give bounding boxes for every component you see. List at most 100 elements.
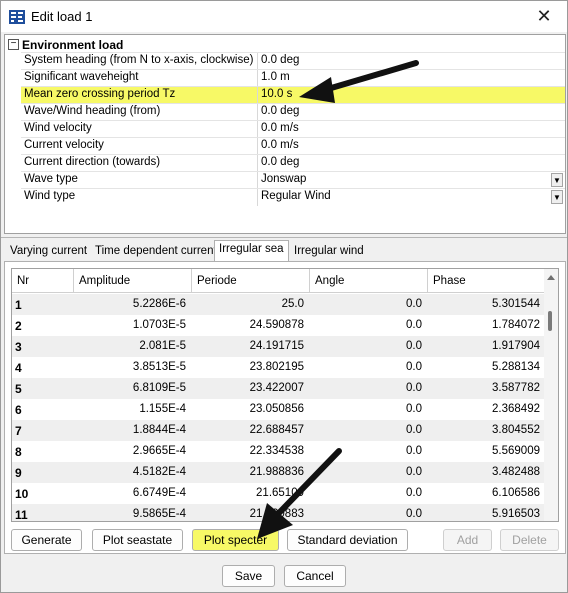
delete-button[interactable]: Delete bbox=[500, 529, 559, 551]
tab-time-dependent-current[interactable]: Time dependent current bbox=[90, 242, 222, 261]
column-header-amplitude[interactable]: Amplitude bbox=[74, 269, 192, 293]
standard-deviation-button[interactable]: Standard deviation bbox=[287, 529, 408, 551]
cell-nr[interactable]: 3 bbox=[15, 336, 65, 357]
cell-periode[interactable]: 23.422007 bbox=[192, 378, 304, 399]
cell-angle[interactable]: 0.0 bbox=[310, 315, 422, 336]
cell-phase[interactable]: 1.917904 bbox=[428, 336, 540, 357]
cell-periode[interactable]: 21.320883 bbox=[192, 504, 304, 521]
cell-angle[interactable]: 0.0 bbox=[310, 441, 422, 462]
dropdown-arrow-icon[interactable]: ▼ bbox=[551, 190, 563, 204]
cell-nr[interactable]: 2 bbox=[15, 315, 65, 336]
cell-angle[interactable]: 0.0 bbox=[310, 399, 422, 420]
cell-phase[interactable]: 3.804552 bbox=[428, 420, 540, 441]
cell-nr[interactable]: 11 bbox=[15, 504, 65, 521]
property-row-wave-type[interactable]: Wave type Jonswap ▼ bbox=[21, 171, 565, 189]
property-row-system-heading[interactable]: System heading (from N to x-axis, clockw… bbox=[21, 52, 565, 70]
cell-nr[interactable]: 1 bbox=[15, 294, 65, 315]
cell-periode[interactable]: 21.988836 bbox=[192, 462, 304, 483]
table-row[interactable]: 3 2.081E-5 24.191715 0.0 1.917904 bbox=[12, 336, 546, 357]
property-value[interactable]: Regular Wind bbox=[261, 190, 331, 202]
cell-periode[interactable]: 22.688457 bbox=[192, 420, 304, 441]
cell-phase[interactable]: 3.587782 bbox=[428, 378, 540, 399]
plot-specter-button[interactable]: Plot specter bbox=[192, 529, 279, 551]
dropdown-arrow-icon[interactable]: ▼ bbox=[551, 173, 563, 187]
cell-phase[interactable]: 5.288134 bbox=[428, 357, 540, 378]
property-row-wind-type[interactable]: Wind type Regular Wind ▼ bbox=[21, 188, 565, 206]
cell-angle[interactable]: 0.0 bbox=[310, 294, 422, 315]
cell-amplitude[interactable]: 6.6749E-4 bbox=[74, 483, 186, 504]
cell-amplitude[interactable]: 1.8844E-4 bbox=[74, 420, 186, 441]
tab-varying-current[interactable]: Varying current bbox=[5, 242, 92, 261]
tab-irregular-sea[interactable]: Irregular sea bbox=[214, 240, 289, 262]
column-header-phase[interactable]: Phase bbox=[428, 269, 546, 293]
cell-amplitude[interactable]: 1.155E-4 bbox=[74, 399, 186, 420]
cell-phase[interactable]: 5.301544 bbox=[428, 294, 540, 315]
property-value[interactable]: 0.0 deg bbox=[261, 156, 299, 168]
column-header-angle[interactable]: Angle bbox=[310, 269, 428, 293]
table-row[interactable]: 4 3.8513E-5 23.802195 0.0 5.288134 bbox=[12, 357, 546, 378]
cell-nr[interactable]: 10 bbox=[15, 483, 65, 504]
property-value[interactable]: 0.0 m/s bbox=[261, 122, 299, 134]
table-row[interactable]: 5 6.8109E-5 23.422007 0.0 3.587782 bbox=[12, 378, 546, 399]
cell-angle[interactable]: 0.0 bbox=[310, 483, 422, 504]
cell-nr[interactable]: 4 bbox=[15, 357, 65, 378]
cell-periode[interactable]: 23.802195 bbox=[192, 357, 304, 378]
cell-periode[interactable]: 25.0 bbox=[192, 294, 304, 315]
property-value[interactable]: Jonswap bbox=[261, 173, 306, 185]
cell-amplitude[interactable]: 4.5182E-4 bbox=[74, 462, 186, 483]
cell-angle[interactable]: 0.0 bbox=[310, 378, 422, 399]
cell-amplitude[interactable]: 3.8513E-5 bbox=[74, 357, 186, 378]
cell-nr[interactable]: 7 bbox=[15, 420, 65, 441]
property-row-current-velocity[interactable]: Current velocity 0.0 m/s bbox=[21, 137, 565, 155]
property-row-current-direction[interactable]: Current direction (towards) 0.0 deg bbox=[21, 154, 565, 172]
table-row[interactable]: 6 1.155E-4 23.050856 0.0 2.368492 bbox=[12, 399, 546, 420]
property-value[interactable]: 0.0 deg bbox=[261, 54, 299, 66]
cell-phase[interactable]: 6.106586 bbox=[428, 483, 540, 504]
cell-phase[interactable]: 2.368492 bbox=[428, 399, 540, 420]
tab-irregular-wind[interactable]: Irregular wind bbox=[289, 242, 369, 261]
column-header-nr[interactable]: Nr bbox=[12, 269, 74, 293]
cell-angle[interactable]: 0.0 bbox=[310, 504, 422, 521]
cell-angle[interactable]: 0.0 bbox=[310, 462, 422, 483]
cancel-button[interactable]: Cancel bbox=[284, 565, 346, 587]
cell-angle[interactable]: 0.0 bbox=[310, 336, 422, 357]
cell-periode[interactable]: 24.191715 bbox=[192, 336, 304, 357]
cell-amplitude[interactable]: 2.9665E-4 bbox=[74, 441, 186, 462]
property-value[interactable]: 0.0 m/s bbox=[261, 139, 299, 151]
cell-amplitude[interactable]: 6.8109E-5 bbox=[74, 378, 186, 399]
cell-nr[interactable]: 9 bbox=[15, 462, 65, 483]
table-row[interactable]: 1 5.2286E-6 25.0 0.0 5.301544 bbox=[12, 294, 546, 315]
add-button[interactable]: Add bbox=[443, 529, 492, 551]
property-row-wave-wind-heading[interactable]: Wave/Wind heading (from) 0.0 deg bbox=[21, 103, 565, 121]
cell-amplitude[interactable]: 1.0703E-5 bbox=[74, 315, 186, 336]
cell-periode[interactable]: 23.050856 bbox=[192, 399, 304, 420]
cell-periode[interactable]: 21.65109 bbox=[192, 483, 304, 504]
property-value[interactable]: 1.0 m bbox=[261, 71, 290, 83]
cell-phase[interactable]: 3.482488 bbox=[428, 462, 540, 483]
splitter[interactable] bbox=[1, 237, 567, 238]
cell-nr[interactable]: 5 bbox=[15, 378, 65, 399]
property-row-mean-zero-crossing-period[interactable]: Mean zero crossing period Tz 10.0 s bbox=[21, 86, 565, 104]
cell-amplitude[interactable]: 9.5865E-4 bbox=[74, 504, 186, 521]
scroll-up-icon[interactable] bbox=[547, 275, 555, 280]
cell-amplitude[interactable]: 2.081E-5 bbox=[74, 336, 186, 357]
table-row[interactable]: 8 2.9665E-4 22.334538 0.0 5.569009 bbox=[12, 441, 546, 462]
save-button[interactable]: Save bbox=[222, 565, 275, 587]
table-row[interactable]: 9 4.5182E-4 21.988836 0.0 3.482488 bbox=[12, 462, 546, 483]
property-row-significant-waveheight[interactable]: Significant waveheight 1.0 m bbox=[21, 69, 565, 87]
cell-angle[interactable]: 0.0 bbox=[310, 357, 422, 378]
table-row[interactable]: 2 1.0703E-5 24.590878 0.0 1.784072 bbox=[12, 315, 546, 336]
table-row[interactable]: 10 6.6749E-4 21.65109 0.0 6.106586 bbox=[12, 483, 546, 504]
table-scrollbar[interactable] bbox=[544, 269, 558, 521]
cell-phase[interactable]: 1.784072 bbox=[428, 315, 540, 336]
generate-button[interactable]: Generate bbox=[11, 529, 82, 551]
cell-periode[interactable]: 22.334538 bbox=[192, 441, 304, 462]
table-row[interactable]: 11 9.5865E-4 21.320883 0.0 5.916503 bbox=[12, 504, 546, 521]
column-header-periode[interactable]: Periode bbox=[192, 269, 310, 293]
collapse-icon[interactable]: − bbox=[8, 39, 19, 50]
cell-amplitude[interactable]: 5.2286E-6 bbox=[74, 294, 186, 315]
property-value[interactable]: 10.0 s bbox=[261, 88, 292, 100]
close-button[interactable]: ✕ bbox=[521, 1, 567, 32]
cell-angle[interactable]: 0.0 bbox=[310, 420, 422, 441]
cell-nr[interactable]: 8 bbox=[15, 441, 65, 462]
